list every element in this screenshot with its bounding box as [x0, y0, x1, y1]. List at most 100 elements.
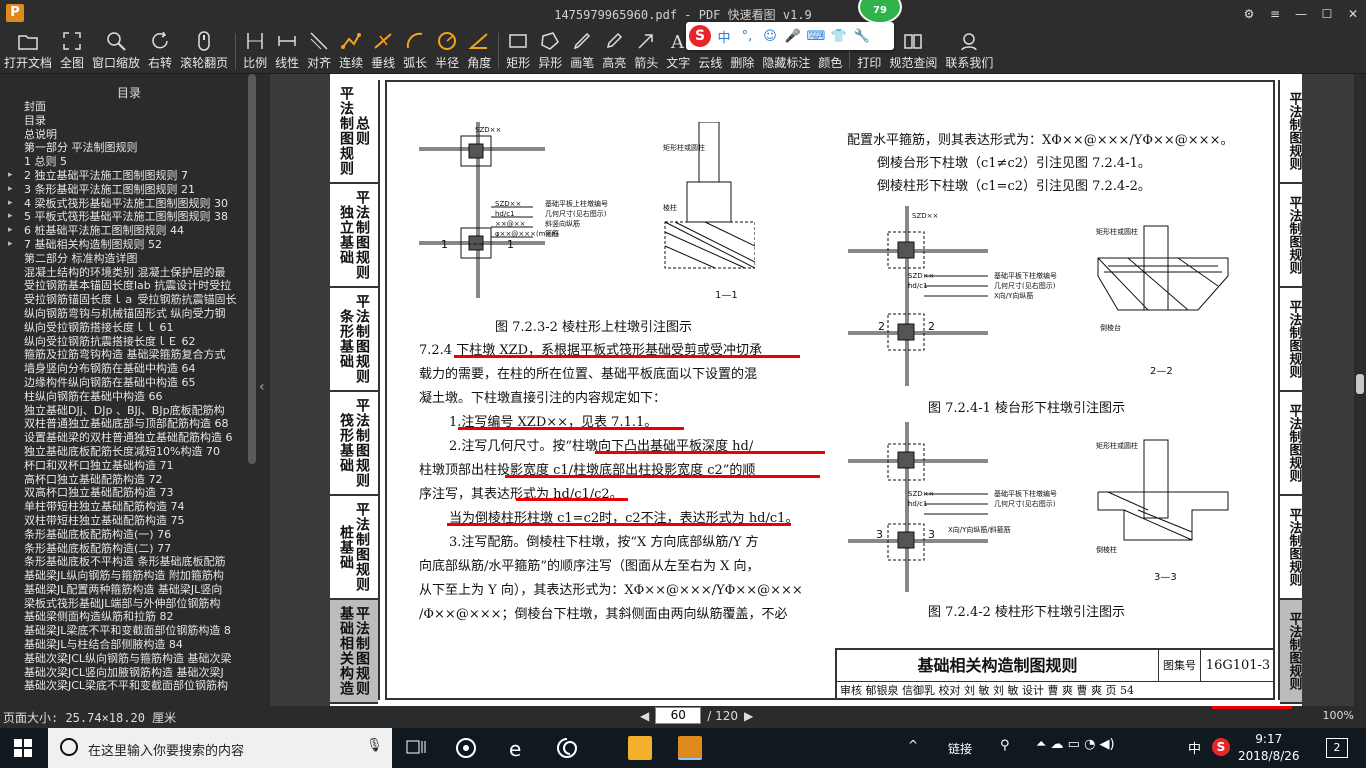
toc-item[interactable]: 柱纵向钢筋在基础中构造 66: [0, 390, 258, 404]
maximize-button[interactable]: ☐: [1314, 0, 1340, 28]
toc-item[interactable]: 梁板式筏形基础JL端部与外伸部位钢筋构: [0, 597, 258, 611]
expand-arrow-icon[interactable]: ▸: [8, 169, 13, 183]
toc-item[interactable]: 双柱普通独立基础底部与顶部配筋构造 68: [0, 417, 258, 431]
toc-item[interactable]: 纵向钢筋弯钩与机械锚固形式 纵向受力钢: [0, 307, 258, 321]
toolbar-folder-button[interactable]: 打开文档: [0, 28, 56, 74]
toc-item[interactable]: 受拉钢筋基本锚固长度lab 抗震设计时受拉: [0, 279, 258, 293]
toolbar-rectangle-button[interactable]: 矩形: [502, 28, 534, 74]
sogou-icon[interactable]: S: [689, 25, 711, 47]
pdf-viewer-app-icon[interactable]: [678, 736, 702, 760]
toc-item[interactable]: ▸ 6 桩基础平法施工图制图规则 44: [0, 224, 258, 238]
emoji-icon[interactable]: ☺: [760, 29, 780, 44]
clock[interactable]: 9:17 2018/8/26: [1238, 731, 1300, 765]
toc-item[interactable]: 封面: [0, 100, 258, 114]
prev-page-icon[interactable]: ◀: [640, 709, 649, 723]
toc-item[interactable]: ▸ 4 梁板式筏形基础平法施工图制图规则 30: [0, 197, 258, 211]
toolbar-pen-button[interactable]: 画笔: [566, 28, 598, 74]
toc-item[interactable]: 基础梁JL与柱结合部侧腋构造 84: [0, 638, 258, 652]
toc-item[interactable]: 杯口和双杯口独立基础构造 71: [0, 459, 258, 473]
toc-item[interactable]: 第二部分 标准构造详图: [0, 252, 258, 266]
toc-item[interactable]: 独立基础DJj、DJp 、BJj、BJp底板配筋构: [0, 404, 258, 418]
collapse-sidebar-button[interactable]: ‹: [258, 74, 270, 706]
tools-icon[interactable]: 🔧: [852, 29, 872, 44]
toc-item[interactable]: 1 总则 5: [0, 155, 258, 169]
ime-mode[interactable]: 中: [714, 27, 734, 46]
tray-status-icons[interactable]: ⏶ ☁ ▭ ◔ ◀): [1036, 737, 1115, 752]
highlight-annotation[interactable]: [454, 355, 800, 358]
sogou-tray-icon[interactable]: S: [1212, 738, 1230, 756]
toolbar-fullscreen-button[interactable]: 全图: [56, 28, 88, 74]
cortana-icon[interactable]: [60, 738, 78, 756]
next-page-icon[interactable]: ▶: [744, 709, 753, 723]
toc-item[interactable]: ▸ 3 条形基础平法施工图制图规则 21: [0, 183, 258, 197]
notepad-app-icon[interactable]: [628, 736, 652, 760]
toc-item[interactable]: ▸ 2 独立基础平法施工图制图规则 7: [0, 169, 258, 183]
toolbar-arrow-button[interactable]: 箭头: [630, 28, 662, 74]
mic-icon[interactable]: 🎤: [783, 29, 803, 44]
ime-punct[interactable]: °,: [737, 29, 757, 44]
toc-item[interactable]: ▸ 7 基础相关构造制图规则 52: [0, 238, 258, 252]
highlight-annotation[interactable]: [458, 427, 684, 430]
toc-item[interactable]: 条形基础底板配筋构造(二) 77: [0, 542, 258, 556]
toolbar-continuous-button[interactable]: 连续: [335, 28, 367, 74]
toolbar-linear-button[interactable]: 线性: [271, 28, 303, 74]
viewer-scrollbar[interactable]: [1354, 74, 1366, 706]
toolbar-perpendicular-button[interactable]: 垂线: [367, 28, 399, 74]
chevron-left-icon[interactable]: ‹: [259, 379, 265, 395]
highlight-annotation[interactable]: [516, 498, 628, 501]
toc-item[interactable]: 基础次梁JCL梁底不平和变截面部位钢筋构: [0, 679, 258, 693]
tray-links[interactable]: 链接: [948, 740, 972, 757]
toc-item[interactable]: 双高杯口独立基础配筋构造 73: [0, 486, 258, 500]
microphone-icon[interactable]: 🎙: [366, 738, 383, 753]
toc-item[interactable]: 单柱带短柱独立基础配筋构造 74: [0, 500, 258, 514]
expand-arrow-icon[interactable]: ▸: [8, 224, 13, 238]
toolbar-angle-button[interactable]: 角度: [463, 28, 495, 74]
toc-item[interactable]: 目录: [0, 114, 258, 128]
ime-toolbar[interactable]: S 中 °, ☺ 🎤 ⌨ 👕 🔧: [686, 22, 894, 50]
toolbar-contact-button[interactable]: 联系我们: [941, 28, 997, 74]
toc-item[interactable]: 条形基础底板不平构造 条形基础底板配筋: [0, 555, 258, 569]
notification-center-icon[interactable]: 2: [1326, 738, 1348, 758]
zoom-slider[interactable]: [1212, 706, 1292, 709]
toc-item[interactable]: 纵向受拉钢筋抗震搭接长度ｌＥ 62: [0, 335, 258, 349]
ie-browser-icon[interactable]: e: [506, 736, 530, 760]
toc-item[interactable]: 双柱带短柱独立基础配筋构造 75: [0, 514, 258, 528]
show-hidden-icon[interactable]: ^: [908, 738, 918, 752]
toc-item[interactable]: 基础次梁JCL竖向加腋钢筋构造 基础次梁J: [0, 666, 258, 680]
expand-arrow-icon[interactable]: ▸: [8, 183, 13, 197]
taskbar-search[interactable]: 在这里输入你要搜索的内容 🎙: [48, 728, 392, 768]
toolbar-zoom-button[interactable]: 窗口缩放: [88, 28, 144, 74]
toolbar-polygon-button[interactable]: 异形: [534, 28, 566, 74]
sidebar-scrollbar[interactable]: [248, 74, 256, 464]
pinwheel-app-icon[interactable]: [454, 736, 478, 760]
expand-arrow-icon[interactable]: ▸: [8, 210, 13, 224]
toc-item[interactable]: 基础梁JL配置两种箍筋构造 基础梁JL竖向: [0, 583, 258, 597]
toc-item[interactable]: 基础次梁JCL纵向钢筋与箍筋构造 基础次梁: [0, 652, 258, 666]
toc-item[interactable]: 基础梁JL纵向钢筋与箍筋构造 附加箍筋构: [0, 569, 258, 583]
page-number-input[interactable]: 60: [655, 707, 702, 724]
toc-item[interactable]: 条形基础底板配筋构造(一) 76: [0, 528, 258, 542]
toc-item[interactable]: 受拉钢筋锚固长度ｌａ 受拉钢筋抗震锚固长: [0, 293, 258, 307]
settings-icon[interactable]: ⚙: [1236, 0, 1262, 28]
toolbar-mouse-button[interactable]: 滚轮翻页: [176, 28, 232, 74]
toc-item[interactable]: 基础梁JL梁底不平和变截面部位钢筋构造 8: [0, 624, 258, 638]
windows-start-icon[interactable]: [14, 739, 32, 757]
toolbar-scale-button[interactable]: 比例: [239, 28, 271, 74]
menu-icon[interactable]: ≡: [1262, 0, 1288, 28]
zoom-level[interactable]: 100%: [1323, 709, 1354, 722]
toolbar-highlight-button[interactable]: 高亮: [598, 28, 630, 74]
search-placeholder[interactable]: 在这里输入你要搜索的内容: [88, 740, 244, 759]
viewer-scroll-thumb[interactable]: [1356, 374, 1364, 394]
highlight-annotation[interactable]: [595, 451, 825, 454]
toolbar-arc-button[interactable]: 弧长: [399, 28, 431, 74]
toc-item[interactable]: 基础梁侧面构造纵筋和拉筋 82: [0, 610, 258, 624]
toolbar-rotate-button[interactable]: 右转: [144, 28, 176, 74]
keyboard-icon[interactable]: ⌨: [806, 29, 826, 44]
spiral-app-icon[interactable]: [555, 736, 579, 760]
ime-indicator[interactable]: 中: [1188, 738, 1201, 757]
task-view-icon[interactable]: [404, 736, 428, 760]
toc-item[interactable]: ▸ 5 平板式筏形基础平法施工图制图规则 38: [0, 210, 258, 224]
toc-item[interactable]: 边缘构件纵向钢筋在基础中构造 65: [0, 376, 258, 390]
people-icon[interactable]: ⚲: [1000, 738, 1010, 753]
toc-item[interactable]: 箍筋及拉筋弯钩构造 基础梁箍筋复合方式: [0, 348, 258, 362]
